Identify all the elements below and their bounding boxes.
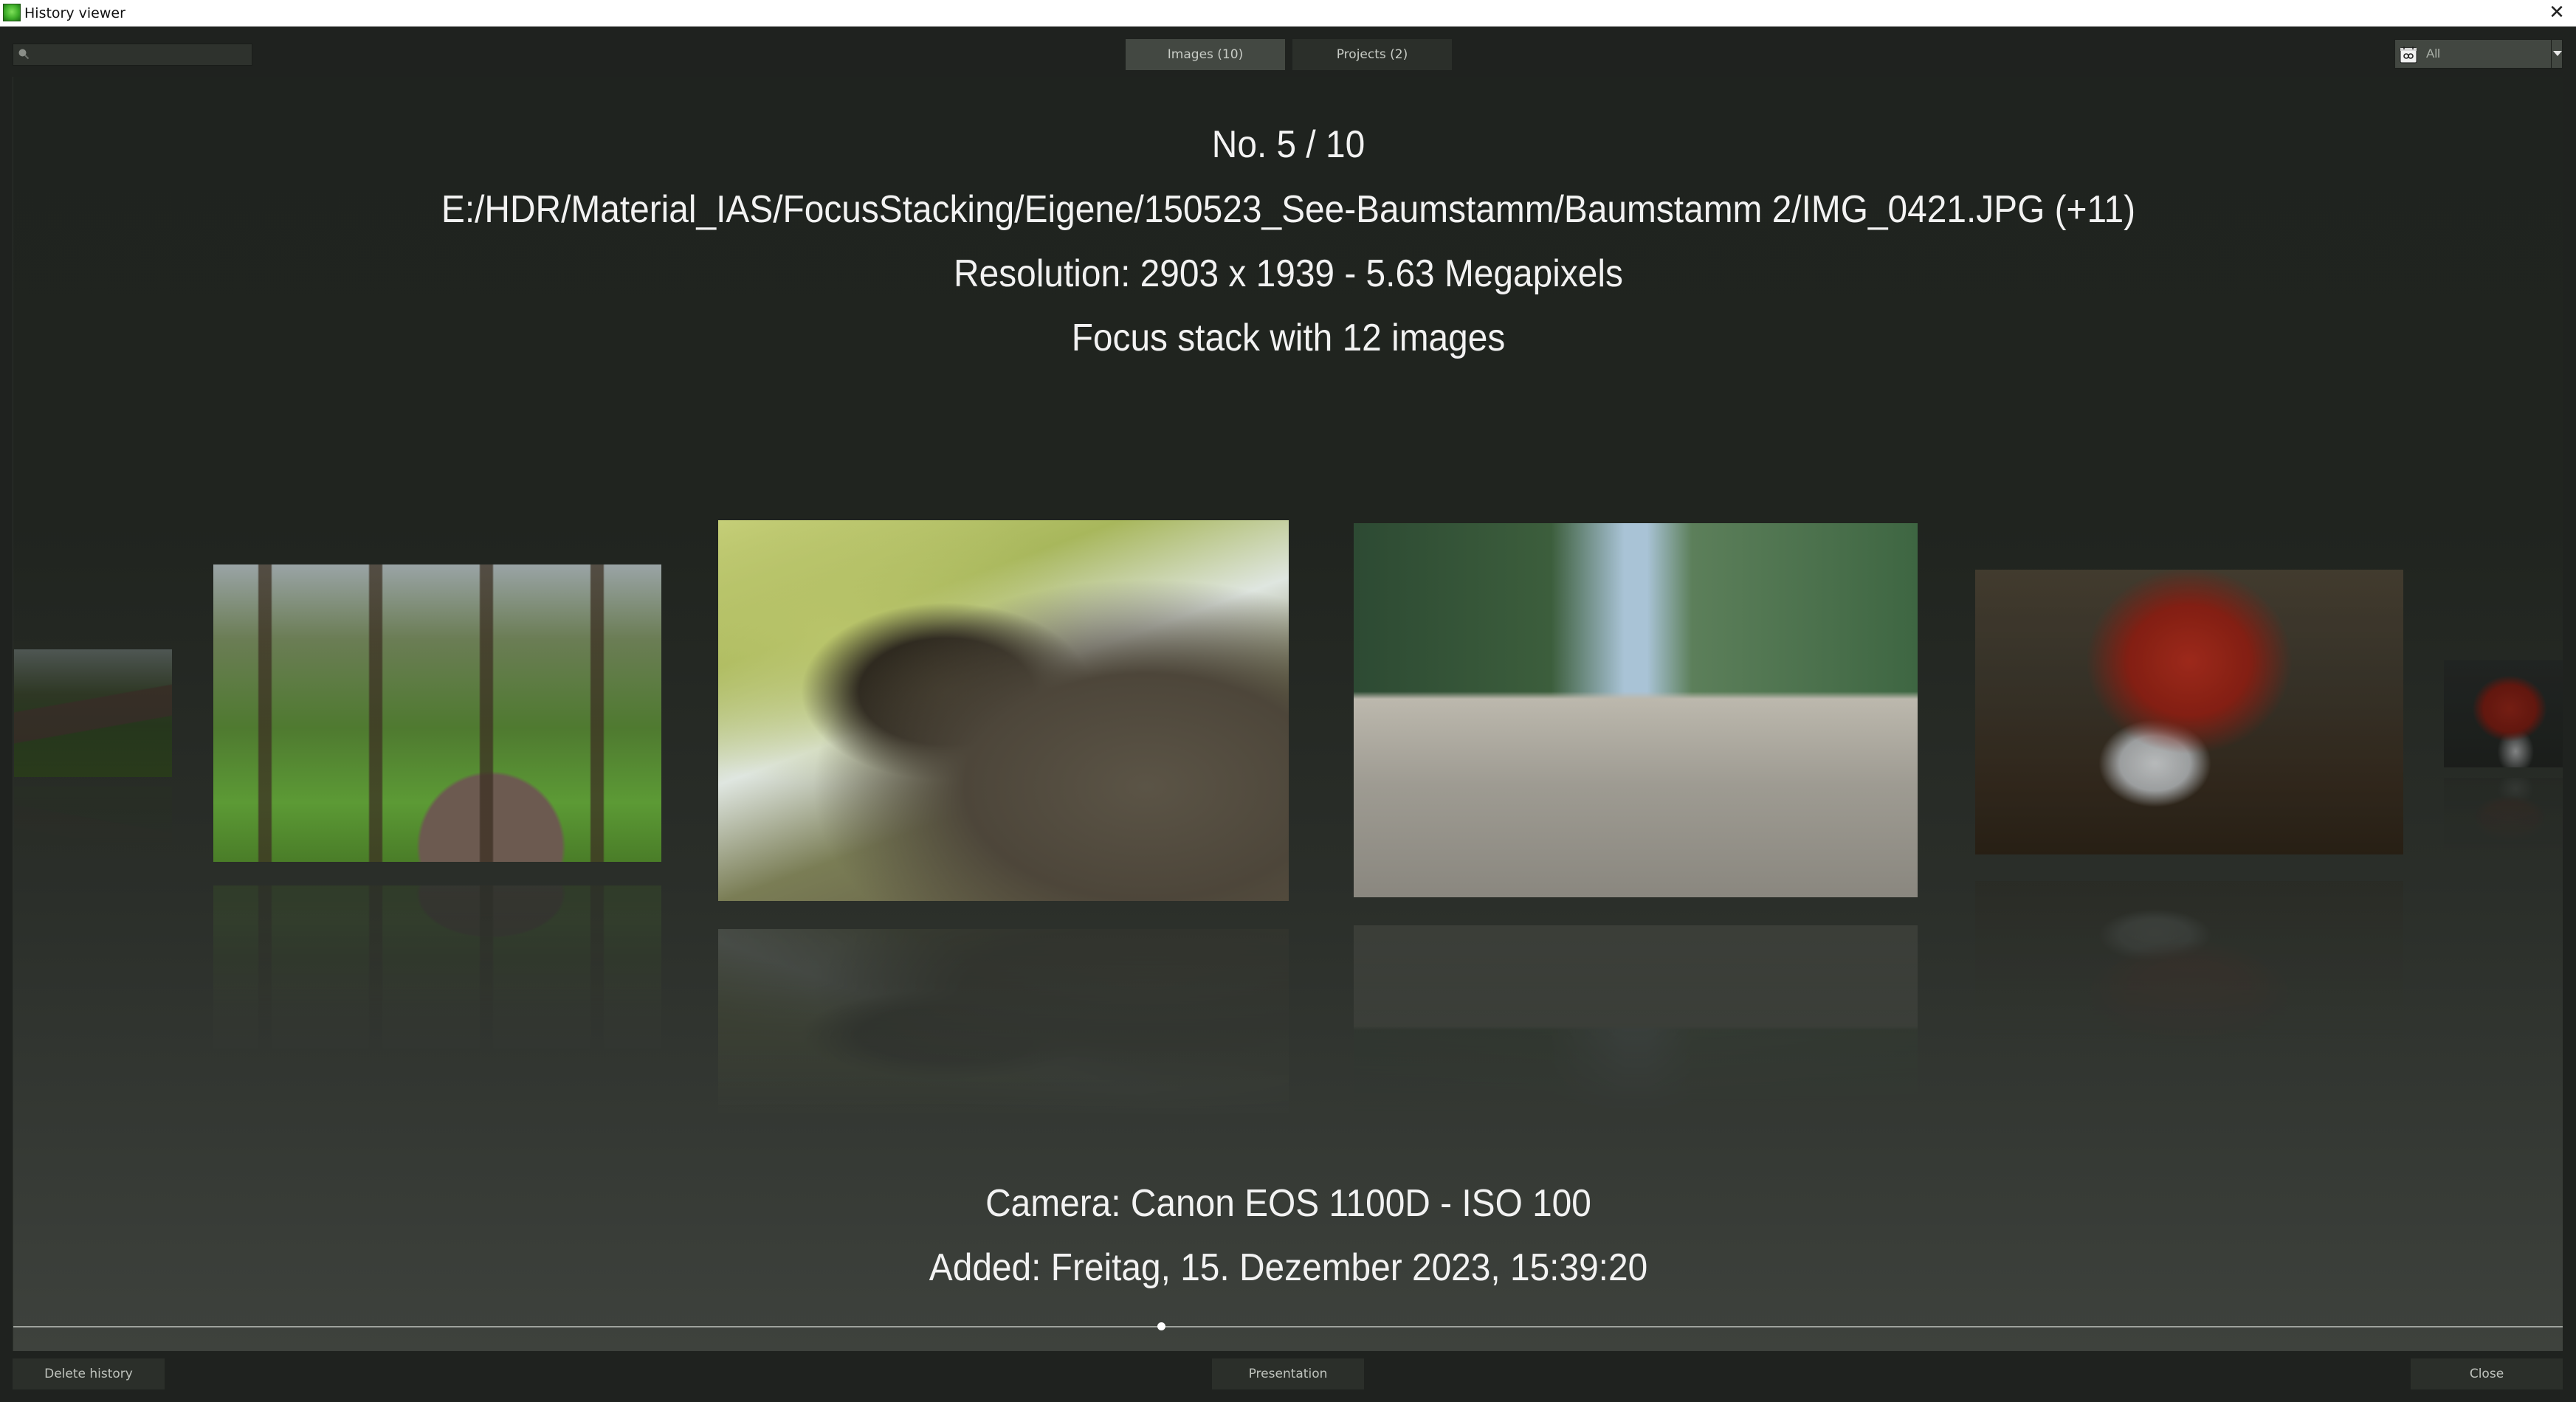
image-path: E:/HDR/Material_IAS/FocusStacking/Eigene… <box>441 188 2136 231</box>
thumbnail-reflection <box>1354 925 1918 1116</box>
delete-history-button[interactable]: Delete history <box>13 1358 165 1389</box>
thumbnail-reflection <box>1975 881 2403 1051</box>
camera-info: Camera: Canon EOS 1100D - ISO 100 <box>985 1182 1591 1225</box>
thumbnail-field-track[interactable] <box>1354 523 1918 897</box>
history-viewer-window: History viewer ✕ Images (10) Projects (2… <box>0 0 2576 1402</box>
thumbnail-forest-path-far[interactable] <box>14 649 172 777</box>
dropdown-separator <box>2551 40 2552 68</box>
thumbnail-reflection <box>213 885 661 1058</box>
added-date: Added: Freitag, 15. Dezember 2023, 15:39… <box>929 1246 1648 1289</box>
search-input[interactable] <box>34 44 248 65</box>
image-resolution: Resolution: 2903 x 1939 - 5.63 Megapixel… <box>954 252 1623 295</box>
search-box[interactable] <box>13 44 252 66</box>
search-icon <box>18 49 30 60</box>
filter-selected-value: All <box>2426 46 2440 61</box>
thumbnail-mushroom-far[interactable] <box>2444 660 2563 767</box>
app-icon <box>3 4 21 21</box>
history-slider-track[interactable] <box>13 1326 2563 1327</box>
image-index: No. 5 / 10 <box>1211 123 1366 166</box>
tab-projects[interactable]: Projects (2) <box>1292 39 1452 70</box>
title-bar: History viewer ✕ <box>0 0 2576 27</box>
window-close-icon[interactable]: ✕ <box>2546 2 2567 23</box>
image-type: Focus stack with 12 images <box>1071 317 1506 359</box>
image-carousel-viewer[interactable]: No. 5 / 10 E:/HDR/Material_IAS/FocusStac… <box>13 77 2563 1351</box>
presentation-button[interactable]: Presentation <box>1212 1358 1364 1389</box>
window-title: History viewer <box>24 5 125 21</box>
chevron-down-icon[interactable] <box>2553 51 2562 56</box>
tab-images[interactable]: Images (10) <box>1126 39 1285 70</box>
thumbnail-forest-path[interactable] <box>213 564 661 862</box>
thumbnail-mushroom[interactable] <box>1975 570 2403 854</box>
calendar-icon <box>2400 46 2417 63</box>
date-filter-dropdown[interactable]: All <box>2394 39 2563 69</box>
current-image-willow-tree[interactable] <box>718 520 1289 901</box>
current-image-reflection <box>718 929 1289 1121</box>
history-slider-handle[interactable] <box>1157 1322 1165 1330</box>
thumbnail-reflection <box>2444 778 2563 852</box>
thumbnail-reflection <box>14 787 172 875</box>
close-button[interactable]: Close <box>2411 1358 2563 1389</box>
